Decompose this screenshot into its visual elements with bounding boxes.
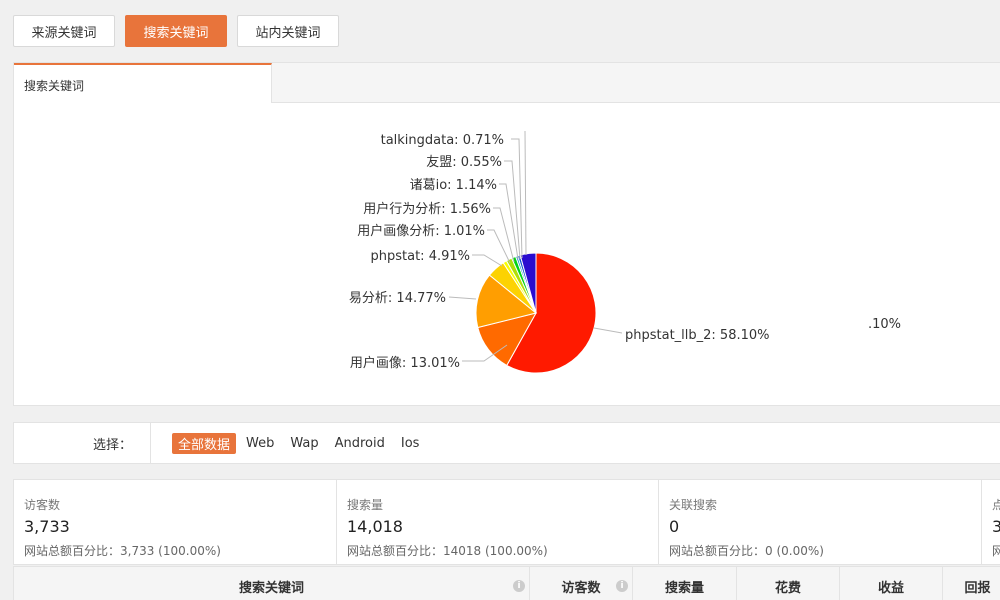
pie-label-phpstat-llb-2: phpstat_llb_2: 58.10% <box>625 328 770 343</box>
filter-option-all[interactable]: 全部数据 <box>172 433 237 454</box>
stat-name: 搜索量 <box>347 498 384 512</box>
leader-line-phpstat-llb-2 <box>593 327 623 334</box>
stat-searches: 搜索量 14,018 网站总额百分比：14018 (100.00%) <box>337 480 659 564</box>
filter-option-wap[interactable]: Wap <box>284 435 324 452</box>
stat-visitors: 访客数 3,733 网站总额百分比：3,733 (100.00%) <box>14 480 337 564</box>
pie-label-behavior-analysis: 用户行为分析: 1.56% <box>363 201 491 217</box>
column-header-label: 收益 <box>877 580 904 596</box>
column-header-label: 回报 <box>964 580 991 596</box>
column-header-visitors[interactable]: 访客数 i <box>530 567 633 600</box>
tab-source-keywords[interactable]: 来源关键词 <box>13 15 115 47</box>
column-header-label: 搜索量 <box>664 580 704 596</box>
stat-name: 访客数 <box>24 498 61 512</box>
leader-line-phpstat <box>472 254 503 267</box>
leader-line-umeng <box>504 160 521 260</box>
pie-label-user-portrait: 用户画像: 13.01% <box>350 355 460 371</box>
tab-onsite-keywords[interactable]: 站内关键词 <box>237 15 339 47</box>
pie-label-other: .10% <box>868 317 901 332</box>
column-header-label: 访客数 <box>561 580 601 596</box>
stat-percentage: 网站总额百分比：0 (0.00%) <box>669 544 824 558</box>
leader-line-other <box>524 130 527 256</box>
pie-label-phpstat: phpstat: 4.91% <box>371 249 471 264</box>
pie-label-talkingdata: talkingdata: 0.71% <box>381 133 504 148</box>
info-icon[interactable]: i <box>616 580 628 592</box>
column-header-searches[interactable]: 搜索量 <box>633 567 737 600</box>
column-header-keyword[interactable]: 搜索关键词 i <box>14 567 530 600</box>
pie-chart: phpstat_llb_2: 58.10% 用户画像: 13.01% 易分析: … <box>349 130 901 374</box>
stat-value: 0 <box>669 517 680 536</box>
summary-stats: 访客数 3,733 网站总额百分比：3,733 (100.00%) 搜索量 14… <box>13 479 1000 565</box>
stat-name: 点 <box>992 498 1000 512</box>
stat-percentage: 网 <box>992 544 1000 558</box>
pie-label-portrait-analysis: 用户画像分析: 1.01% <box>357 223 485 239</box>
tab-search-keywords[interactable]: 搜索关键词 <box>125 15 227 47</box>
platform-filter: 选择： 全部数据 Web Wap Android Ios <box>13 422 1000 464</box>
filter-label: 选择： <box>14 423 151 463</box>
filter-option-web[interactable]: Web <box>240 435 280 452</box>
panel-tabbar: 搜索关键词 <box>14 63 1000 103</box>
stat-clicks: 点 3 网 <box>982 480 1000 564</box>
pie-label-yifenxi: 易分析: 14.77% <box>349 291 446 306</box>
pie-label-umeng: 友盟: 0.55% <box>426 154 502 170</box>
stat-related-search: 关联搜索 0 网站总额百分比：0 (0.00%) <box>659 480 982 564</box>
stat-percentage: 网站总额百分比：14018 (100.00%) <box>347 544 548 558</box>
pie-labels: phpstat_llb_2: 58.10% 用户画像: 13.01% 易分析: … <box>349 133 901 371</box>
chart-panel: 搜索关键词 phpstat_llb_2: 58.10% 用户画像: 13.01%… <box>13 62 1000 406</box>
keyword-table-header: 搜索关键词 i 访客数 i 搜索量 花费 收益 回报 <box>13 566 1000 600</box>
stat-value: 3 <box>992 517 1000 536</box>
stat-percentage: 网站总额百分比：3,733 (100.00%) <box>24 544 221 558</box>
stat-value: 14,018 <box>347 517 403 536</box>
pie-label-zhuge: 诸葛io: 1.14% <box>410 178 497 193</box>
leader-line-yifenxi <box>448 296 477 300</box>
info-icon[interactable]: i <box>513 580 525 592</box>
stat-name: 关联搜索 <box>669 498 718 512</box>
column-header-label: 搜索关键词 <box>238 580 304 596</box>
pie-slices <box>475 252 597 374</box>
filter-option-android[interactable]: Android <box>329 435 391 452</box>
column-header-cost[interactable]: 花费 <box>737 567 840 600</box>
filter-options: 全部数据 Web Wap Android Ios <box>172 433 425 454</box>
leader-line-talkingdata <box>511 138 523 259</box>
column-header-revenue[interactable]: 收益 <box>840 567 943 600</box>
column-header-label: 花费 <box>774 580 801 596</box>
panel-tab-search-keywords[interactable]: 搜索关键词 <box>14 63 272 103</box>
filter-option-ios[interactable]: Ios <box>395 435 426 452</box>
stat-value: 3,733 <box>24 517 70 536</box>
column-header-return[interactable]: 回报 <box>943 567 1000 600</box>
